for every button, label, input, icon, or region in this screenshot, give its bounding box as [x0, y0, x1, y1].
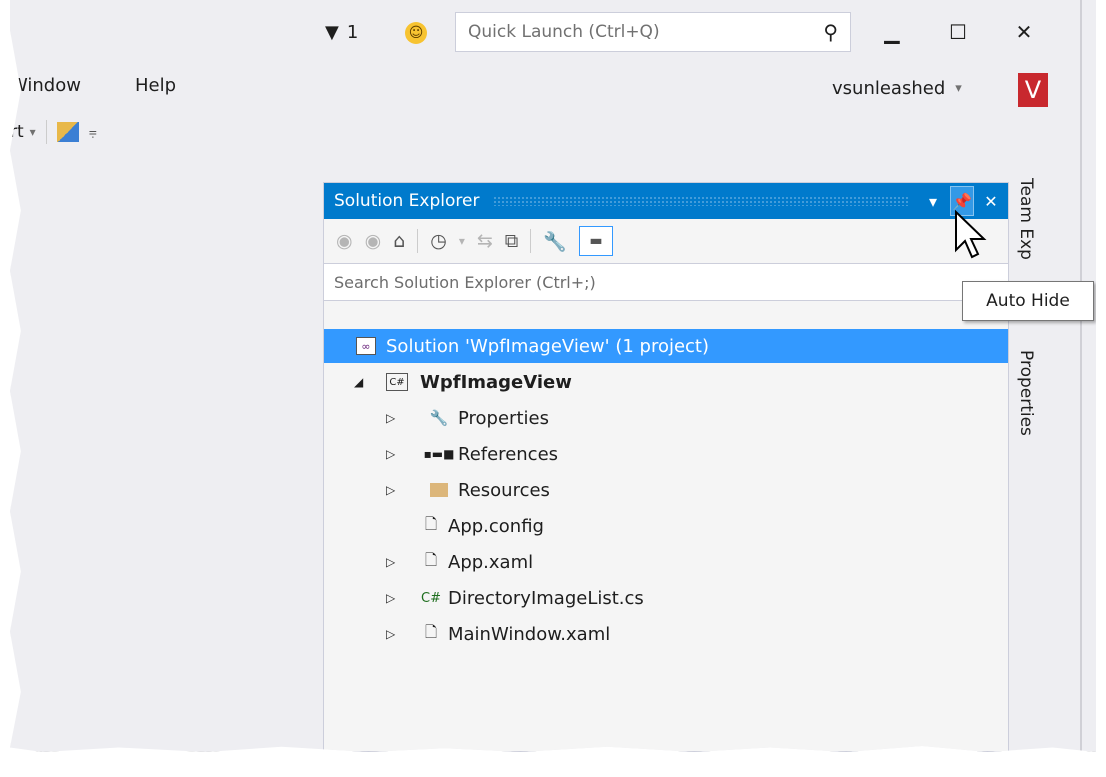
tree-item-label: DirectoryImageList.cs [448, 587, 644, 609]
tree-item-resources[interactable]: ▷ Resources [324, 473, 1008, 507]
chevron-down-icon: ▾ [955, 81, 962, 96]
wrench-icon: 🔧 [429, 409, 449, 427]
preview-selected-items-icon[interactable]: ▬ [579, 226, 614, 256]
xaml-file-icon: 🗋 [424, 622, 438, 641]
title-grip [493, 196, 910, 206]
menu-help[interactable]: Help [135, 75, 176, 96]
tree-item-project[interactable]: ◢ C# WpfImageView [324, 365, 1008, 399]
toolbar-separator [45, 120, 47, 144]
search-placeholder: Search Solution Explorer (Ctrl+;) [334, 272, 596, 292]
team-explorer-tab[interactable]: Team Exp [1016, 178, 1036, 260]
tree-item-label: App.config [448, 515, 544, 537]
back-icon[interactable]: ◉ [336, 230, 353, 252]
properties-tab[interactable]: Properties [1016, 350, 1036, 436]
toolbar-separator [417, 229, 419, 253]
xaml-file-icon: 🗋 [424, 550, 438, 569]
csharp-project-icon: C# [386, 373, 408, 391]
quick-launch-input[interactable]: Quick Launch (Ctrl+Q) ⚲ [455, 12, 851, 52]
feedback-smiley-icon[interactable]: ☺ [405, 22, 427, 44]
home-icon[interactable]: ⌂ [393, 230, 405, 252]
solution-icon: ∞ [356, 337, 376, 355]
collapsed-triangle-icon[interactable]: ▷ [386, 483, 395, 497]
tree-item-solution[interactable]: ∞ Solution 'WpfImageView' (1 project) [324, 329, 1008, 363]
tree-item-label: Properties [458, 407, 549, 429]
title-bar: ▼ 1 ☺ Quick Launch (Ctrl+Q) ⚲ ▁ ☐ ✕ [10, 0, 1096, 70]
tree-item-label: References [458, 443, 559, 465]
chevron-down-icon[interactable]: ▾ [459, 234, 465, 248]
tree-item-label: Solution 'WpfImageView' (1 project) [386, 335, 710, 357]
toolbar: rt ▾ ⩦ [10, 120, 97, 144]
forward-icon[interactable]: ◉ [365, 230, 382, 252]
references-icon: ▪▬■ [423, 447, 455, 461]
expanded-triangle-icon[interactable]: ◢ [354, 375, 363, 389]
collapsed-triangle-icon[interactable]: ▷ [386, 555, 395, 569]
close-button[interactable]: ✕ [1006, 16, 1042, 48]
pending-changes-filter-icon[interactable]: ◷ [430, 230, 447, 252]
solution-explorer-toolbar: ◉ ◉ ⌂ ◷ ▾ ⇆ ⧉ 🔧 ▬ [324, 219, 1008, 263]
filter-count: 1 [346, 22, 359, 43]
properties-wrench-icon[interactable]: 🔧 [543, 230, 567, 253]
minimize-button[interactable]: ▁ [874, 16, 910, 48]
tree-item-label: Resources [458, 479, 550, 501]
tree-item-properties[interactable]: ▷ 🔧 Properties [324, 401, 1008, 435]
collapse-all-icon[interactable]: ⧉ [505, 230, 519, 252]
collapsed-triangle-icon[interactable]: ▷ [386, 447, 395, 461]
search-icon: ⚲ [823, 20, 838, 44]
sync-icon[interactable]: ⇆ [477, 230, 493, 252]
csharp-file-icon: C# [421, 590, 441, 606]
solution-explorer-title: Solution Explorer [334, 191, 480, 211]
chevron-down-icon[interactable]: ▾ [30, 125, 36, 139]
solution-explorer-panel: Solution Explorer ▾ 📌 ✕ ◉ ◉ ⌂ ◷ ▾ ⇆ ⧉ 🔧 … [323, 182, 1009, 752]
solution-explorer-titlebar: Solution Explorer ▾ 📌 ✕ [324, 183, 1008, 219]
start-button[interactable]: rt [10, 122, 24, 142]
collapsed-triangle-icon[interactable]: ▷ [386, 411, 395, 425]
tree-item-label: WpfImageView [420, 371, 572, 393]
filter-icon: ▼ [325, 22, 339, 43]
tree-item-label: App.xaml [448, 551, 534, 573]
window-position-dropdown-icon[interactable]: ▾ [922, 187, 944, 215]
menu-window[interactable]: Window [10, 75, 81, 96]
quick-launch-placeholder: Quick Launch (Ctrl+Q) [468, 22, 660, 42]
account-name: vsunleashed [832, 78, 946, 99]
screenshot-frame: ▼ 1 ☺ Quick Launch (Ctrl+Q) ⚲ ▁ ☐ ✕ Wind… [10, 0, 1096, 752]
tree-item-app-config[interactable]: 🗋 App.config [324, 509, 1008, 543]
collapsed-triangle-icon[interactable]: ▷ [386, 627, 395, 641]
config-file-icon: 🗋 [424, 514, 438, 533]
tree-item-references[interactable]: ▷ ▪▬■ References [324, 437, 1008, 471]
notifications-filter[interactable]: ▼ 1 [325, 22, 358, 43]
find-in-files-icon[interactable] [56, 122, 79, 142]
mouse-cursor-icon [955, 210, 987, 259]
avatar[interactable]: V [1018, 73, 1048, 107]
tree-item-label: MainWindow.xaml [448, 623, 611, 645]
tree-item-directoryimagelist[interactable]: ▷ C# DirectoryImageList.cs [324, 581, 1008, 615]
window-edge [1080, 0, 1082, 752]
solution-explorer-search-input[interactable]: Search Solution Explorer (Ctrl+;) [324, 263, 1008, 301]
auto-hide-tooltip: Auto Hide [962, 281, 1094, 321]
folder-icon [428, 479, 450, 501]
toolbar-separator [530, 229, 532, 253]
toolbar-overflow-icon[interactable]: ⩦ [89, 124, 97, 140]
tree-item-mainwindow-xaml[interactable]: ▷ 🗋 MainWindow.xaml [324, 617, 1008, 651]
tree-item-app-xaml[interactable]: ▷ 🗋 App.xaml [324, 545, 1008, 579]
account-menu[interactable]: vsunleashed ▾ [832, 78, 962, 99]
collapsed-triangle-icon[interactable]: ▷ [386, 591, 395, 605]
maximize-button[interactable]: ☐ [940, 16, 976, 48]
